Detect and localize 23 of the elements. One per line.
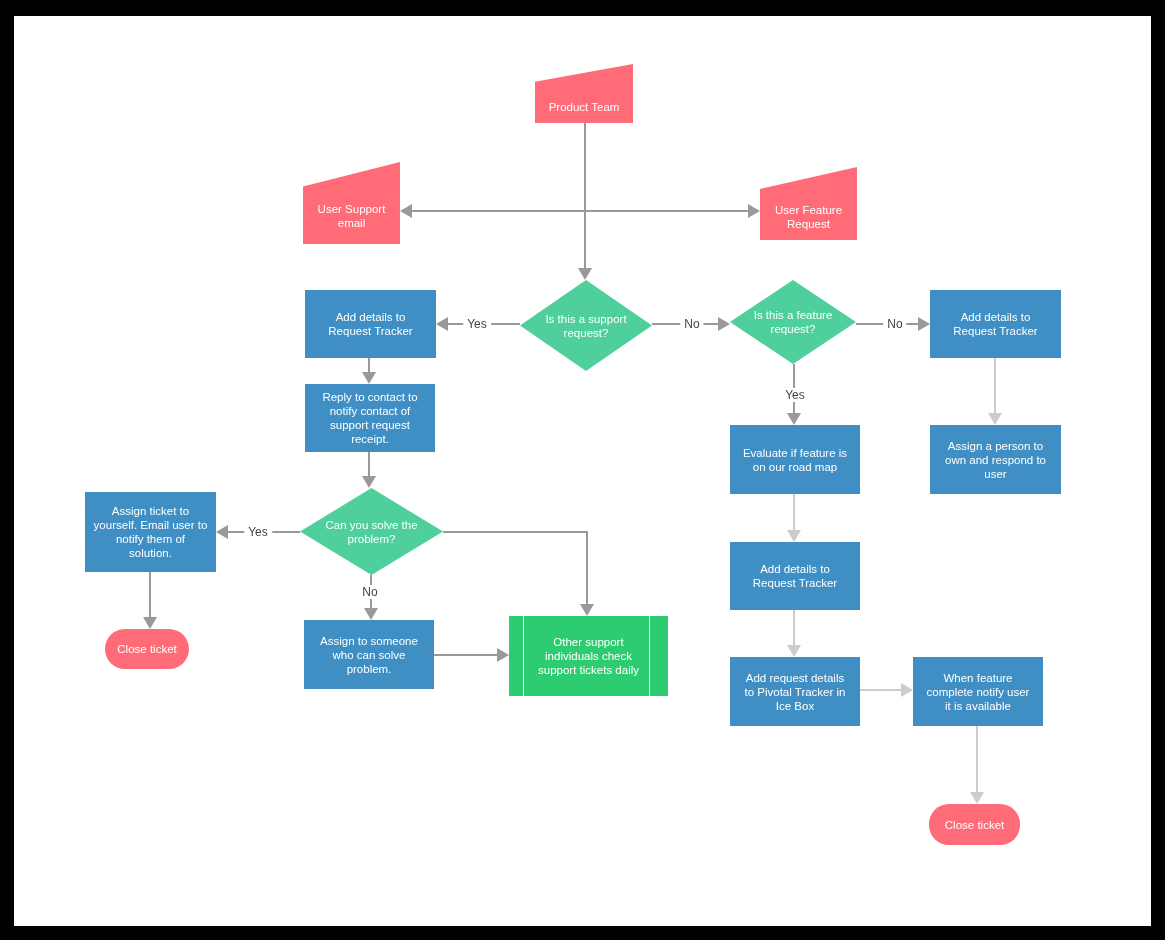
edge-label: No bbox=[680, 317, 704, 331]
terminator-pill: Close ticket bbox=[929, 804, 1020, 845]
edge-label: Yes bbox=[244, 525, 272, 539]
predefined-process-box: Other support individuals check support tickets daily bbox=[509, 616, 668, 696]
process-box: Add details to Request Tracker bbox=[730, 542, 860, 610]
decision-diamond: Is this a support request? bbox=[520, 280, 652, 371]
manual-input-shape: User Feature Request bbox=[760, 167, 857, 240]
process-box: When feature complete notify user it is available bbox=[913, 657, 1043, 726]
decision-diamond: Can you solve the problem? bbox=[300, 488, 443, 575]
process-box: Add request details to Pivotal Tracker in Ice Box bbox=[730, 657, 860, 726]
manual-input-shape: Product Team bbox=[535, 64, 633, 123]
process-box: Evaluate if feature is on our road map bbox=[730, 425, 860, 494]
decision-diamond: Is this a feature request? bbox=[730, 280, 856, 364]
process-box: Assign ticket to yourself. Email user to notify them of solution. bbox=[85, 492, 216, 572]
edge-label: Yes bbox=[463, 317, 491, 331]
process-box: Assign to someone who can solve problem. bbox=[304, 620, 434, 689]
process-box: Add details to Request Tracker bbox=[930, 290, 1061, 358]
process-box: Add details to Request Tracker bbox=[305, 290, 436, 358]
terminator-pill: Close ticket bbox=[105, 629, 189, 669]
process-box: Reply to contact to notify contact of support request receipt. bbox=[305, 384, 435, 452]
manual-input-shape: User Support email bbox=[303, 162, 400, 244]
edge-label: No bbox=[883, 317, 907, 331]
process-box: Assign a person to own and respond to user bbox=[930, 425, 1061, 494]
